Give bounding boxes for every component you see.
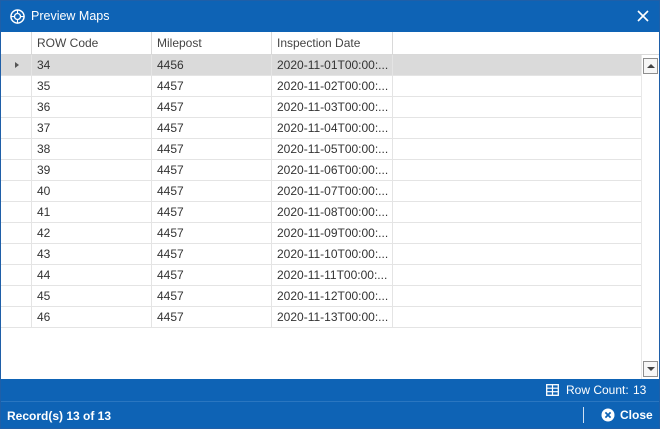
row-indicator[interactable] — [1, 307, 32, 328]
status-bar: Record(s) 13 of 13 Close — [1, 401, 659, 428]
cell-milepost[interactable]: 4457 — [152, 244, 272, 265]
cell-inspection-date[interactable]: 2020-11-06T00:00:... — [272, 160, 393, 181]
row-indicator[interactable] — [1, 223, 32, 244]
map-globe-icon — [10, 9, 25, 24]
table-row[interactable]: 39 4457 2020-11-06T00:00:... — [1, 160, 641, 181]
cell-row-code[interactable]: 38 — [32, 139, 152, 160]
table-row[interactable]: 34 4456 2020-11-01T00:00:... — [1, 55, 641, 76]
table-row[interactable]: 37 4457 2020-11-04T00:00:... — [1, 118, 641, 139]
arrow-down-icon — [647, 367, 655, 371]
table-grid-icon — [546, 384, 559, 396]
cell-row-code[interactable]: 45 — [32, 286, 152, 307]
table-row[interactable]: 35 4457 2020-11-02T00:00:... — [1, 76, 641, 97]
records-status: Record(s) 13 of 13 — [7, 409, 112, 423]
cell-row-code[interactable]: 43 — [32, 244, 152, 265]
close-button-label: Close — [620, 408, 653, 422]
table-row[interactable]: 45 4457 2020-11-12T00:00:... — [1, 286, 641, 307]
cell-row-code[interactable]: 42 — [32, 223, 152, 244]
cell-inspection-date[interactable]: 2020-11-13T00:00:... — [272, 307, 393, 328]
row-indicator[interactable] — [1, 202, 32, 223]
cell-row-code[interactable]: 37 — [32, 118, 152, 139]
cell-milepost[interactable]: 4457 — [152, 265, 272, 286]
cell-row-code[interactable]: 40 — [32, 181, 152, 202]
column-header-row-code[interactable]: ROW Code — [32, 32, 152, 55]
cell-milepost[interactable]: 4457 — [152, 286, 272, 307]
cell-inspection-date[interactable]: 2020-11-12T00:00:... — [272, 286, 393, 307]
cell-inspection-date[interactable]: 2020-11-11T00:00:... — [272, 265, 393, 286]
cell-inspection-date[interactable]: 2020-11-03T00:00:... — [272, 97, 393, 118]
row-indicator[interactable] — [1, 76, 32, 97]
row-indicator[interactable] — [1, 160, 32, 181]
cell-milepost[interactable]: 4457 — [152, 202, 272, 223]
title-bar: Preview Maps — [1, 1, 659, 32]
cell-milepost[interactable]: 4457 — [152, 118, 272, 139]
scroll-down-button[interactable] — [643, 361, 658, 377]
table-row[interactable]: 43 4457 2020-11-10T00:00:... — [1, 244, 641, 265]
cell-row-code[interactable]: 39 — [32, 160, 152, 181]
cell-milepost[interactable]: 4457 — [152, 181, 272, 202]
grid-footer: Row Count: 13 — [1, 379, 659, 401]
cell-milepost[interactable]: 4457 — [152, 76, 272, 97]
row-indicator[interactable] — [1, 55, 32, 76]
cell-inspection-date[interactable]: 2020-11-10T00:00:... — [272, 244, 393, 265]
cell-milepost[interactable]: 4457 — [152, 223, 272, 244]
table-row[interactable]: 41 4457 2020-11-08T00:00:... — [1, 202, 641, 223]
cell-milepost[interactable]: 4457 — [152, 97, 272, 118]
table-row[interactable]: 38 4457 2020-11-05T00:00:... — [1, 139, 641, 160]
arrow-up-icon — [647, 64, 655, 68]
cell-row-code[interactable]: 46 — [32, 307, 152, 328]
cell-milepost[interactable]: 4457 — [152, 139, 272, 160]
grid-rows: 34 4456 2020-11-01T00:00:... 35 4457 2020-11-… — [1, 55, 641, 328]
cell-milepost[interactable]: 4457 — [152, 307, 272, 328]
column-header-milepost[interactable]: Milepost — [152, 32, 272, 55]
cell-inspection-date[interactable]: 2020-11-09T00:00:... — [272, 223, 393, 244]
current-row-arrow-icon — [15, 62, 19, 68]
cell-row-code[interactable]: 36 — [32, 97, 152, 118]
cell-inspection-date[interactable]: 2020-11-04T00:00:... — [272, 118, 393, 139]
cell-row-code[interactable]: 44 — [32, 265, 152, 286]
table-row[interactable]: 42 4457 2020-11-09T00:00:... — [1, 223, 641, 244]
close-circle-icon — [601, 408, 615, 422]
cell-inspection-date[interactable]: 2020-11-02T00:00:... — [272, 76, 393, 97]
window-title: Preview Maps — [31, 9, 110, 23]
cell-milepost[interactable]: 4457 — [152, 160, 272, 181]
row-indicator[interactable] — [1, 244, 32, 265]
column-header-inspection-date[interactable]: Inspection Date — [272, 32, 393, 55]
row-indicator[interactable] — [1, 265, 32, 286]
close-icon[interactable] — [635, 8, 651, 24]
preview-maps-window: Preview Maps ROW Code Milepost Inspectio… — [0, 0, 660, 429]
cell-inspection-date[interactable]: 2020-11-01T00:00:... — [272, 55, 393, 76]
row-indicator-header — [1, 32, 32, 55]
row-count-value: 13 — [633, 383, 647, 397]
row-indicator[interactable] — [1, 97, 32, 118]
cell-row-code[interactable]: 34 — [32, 55, 152, 76]
table-row[interactable]: 36 4457 2020-11-03T00:00:... — [1, 97, 641, 118]
status-separator — [583, 407, 584, 423]
cell-inspection-date[interactable]: 2020-11-07T00:00:... — [272, 181, 393, 202]
row-count-label: Row Count: — [566, 383, 629, 397]
table-row[interactable]: 44 4457 2020-11-11T00:00:... — [1, 265, 641, 286]
cell-milepost[interactable]: 4456 — [152, 55, 272, 76]
cell-inspection-date[interactable]: 2020-11-05T00:00:... — [272, 139, 393, 160]
row-indicator[interactable] — [1, 139, 32, 160]
scroll-up-button[interactable] — [643, 58, 658, 74]
cell-inspection-date[interactable]: 2020-11-08T00:00:... — [272, 202, 393, 223]
cell-row-code[interactable]: 35 — [32, 76, 152, 97]
grid-header: ROW Code Milepost Inspection Date — [1, 32, 659, 55]
row-indicator[interactable] — [1, 286, 32, 307]
vertical-scrollbar[interactable] — [641, 55, 659, 379]
row-indicator[interactable] — [1, 181, 32, 202]
row-indicator[interactable] — [1, 118, 32, 139]
data-grid: ROW Code Milepost Inspection Date 34 4456… — [1, 32, 659, 379]
cell-row-code[interactable]: 41 — [32, 202, 152, 223]
table-row[interactable]: 46 4457 2020-11-13T00:00:... — [1, 307, 641, 328]
table-row[interactable]: 40 4457 2020-11-07T00:00:... — [1, 181, 641, 202]
